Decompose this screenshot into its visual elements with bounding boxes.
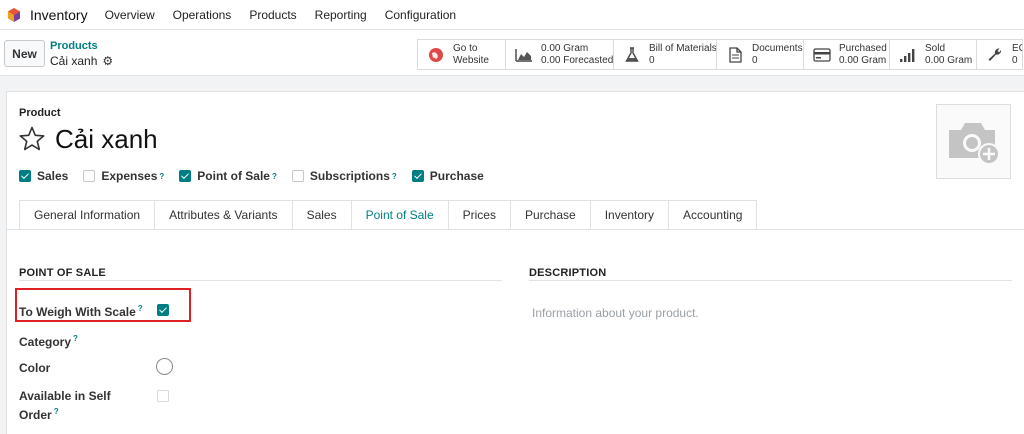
help-tooltip-icon[interactable]: ?	[272, 172, 277, 181]
credit-card-icon	[812, 45, 832, 65]
help-tooltip-icon[interactable]: ?	[159, 172, 164, 181]
breadcrumb-products[interactable]: Products	[50, 40, 98, 52]
product-name-input[interactable]: Cải xanh	[55, 124, 158, 155]
bill-of-materials-button[interactable]: Bill of Materials 0	[614, 39, 717, 70]
expenses-checkbox-box[interactable]	[83, 170, 96, 182]
subscriptions-checkbox-box[interactable]	[291, 170, 304, 182]
tab-inventory[interactable]: Inventory	[590, 200, 670, 230]
nav-reporting[interactable]: Reporting	[315, 8, 367, 22]
smart-buttons: Go to Website 0.00 Gram 0.00 Forecasted Bi…	[417, 39, 1023, 70]
inventory-app-icon[interactable]	[7, 7, 21, 22]
subscriptions-checkbox[interactable]: Subscriptions?	[291, 169, 397, 183]
forecast-button[interactable]: 0.00 Gram 0.00 Forecasted	[506, 39, 614, 70]
document-icon	[725, 45, 745, 65]
gear-icon[interactable]: ⚙	[102, 54, 113, 68]
tab-point-of-sale[interactable]: Point of Sale	[351, 200, 449, 230]
nav-operations[interactable]: Operations	[173, 8, 232, 22]
category-label: Category?	[19, 334, 78, 349]
nav-products[interactable]: Products	[249, 8, 296, 22]
tab-general-information[interactable]: General Information	[19, 200, 156, 230]
point-of-sale-checkbox-box[interactable]	[179, 170, 192, 182]
description-input[interactable]: Information about your product.	[532, 306, 699, 320]
breadcrumb-current: Cải xanh ⚙	[50, 54, 113, 68]
color-label: Color	[19, 361, 51, 375]
eco-button[interactable]: ECO0	[977, 39, 1023, 70]
app-name[interactable]: Inventory	[30, 7, 88, 23]
star-icon[interactable]	[19, 126, 45, 152]
globe-icon	[426, 45, 446, 65]
documents-button[interactable]: Documents 0	[717, 39, 804, 70]
sales-checkbox[interactable]: Sales	[19, 169, 68, 183]
pos-section-title: POINT OF SALE	[19, 267, 106, 279]
help-tooltip-icon[interactable]: ?	[73, 334, 78, 343]
sales-checkbox-box[interactable]	[19, 170, 31, 182]
help-tooltip-icon[interactable]: ?	[392, 172, 397, 181]
control-panel: New Products Cải xanh ⚙ Go to Website 0.0…	[0, 30, 1024, 76]
area-chart-icon	[514, 45, 534, 65]
product-form-sheet: Product Cải xanh Sales Expenses? Point o…	[6, 91, 1024, 434]
purchase-checkbox-box[interactable]	[411, 170, 424, 182]
product-image-upload[interactable]	[936, 104, 1011, 179]
nav-configuration[interactable]: Configuration	[385, 8, 456, 22]
help-tooltip-icon[interactable]: ?	[138, 304, 143, 313]
available-in-self-order-checkbox[interactable]	[157, 390, 169, 402]
tab-purchase[interactable]: Purchase	[510, 200, 591, 230]
tab-accounting[interactable]: Accounting	[669, 200, 758, 230]
tab-sales[interactable]: Sales	[292, 200, 352, 230]
product-type-checkboxes: Sales Expenses? Point of Sale? Subscript…	[19, 168, 499, 184]
go-to-website-button[interactable]: Go to Website	[418, 39, 506, 70]
tab-attributes-variants[interactable]: Attributes & Variants	[155, 200, 293, 230]
camera-add-icon	[948, 122, 1000, 165]
help-tooltip-icon[interactable]: ?	[54, 407, 59, 416]
pos-section-rule	[19, 280, 502, 281]
wrench-icon	[985, 45, 1005, 65]
weigh-with-scale-checkbox[interactable]	[157, 304, 169, 316]
breadcrumb-current-label: Cải xanh	[50, 54, 98, 68]
description-section-title: DESCRIPTION	[529, 267, 607, 279]
available-in-self-order-label: Available in Self Order?	[19, 389, 111, 422]
purchase-checkbox[interactable]: Purchase	[411, 169, 484, 183]
sold-button[interactable]: Sold 0.00 Gram	[890, 39, 977, 70]
color-picker[interactable]	[156, 358, 173, 375]
tab-prices[interactable]: Prices	[448, 200, 511, 230]
weigh-with-scale-label: To Weigh With Scale?	[19, 304, 143, 319]
expenses-checkbox[interactable]: Expenses?	[83, 169, 164, 183]
signal-icon	[898, 45, 918, 65]
new-button[interactable]: New	[4, 40, 45, 67]
description-section-rule	[529, 280, 1012, 281]
tab-divider	[7, 229, 1024, 230]
flask-icon	[622, 45, 642, 65]
purchased-button[interactable]: Purchased 0.00 Gram	[804, 39, 890, 70]
product-label: Product	[19, 107, 61, 119]
nav-overview[interactable]: Overview	[105, 8, 155, 22]
point-of-sale-checkbox[interactable]: Point of Sale?	[179, 169, 277, 183]
top-navbar: Inventory Overview Operations Products R…	[0, 0, 1024, 30]
form-tabs: General Information Attributes & Variant…	[19, 200, 758, 230]
